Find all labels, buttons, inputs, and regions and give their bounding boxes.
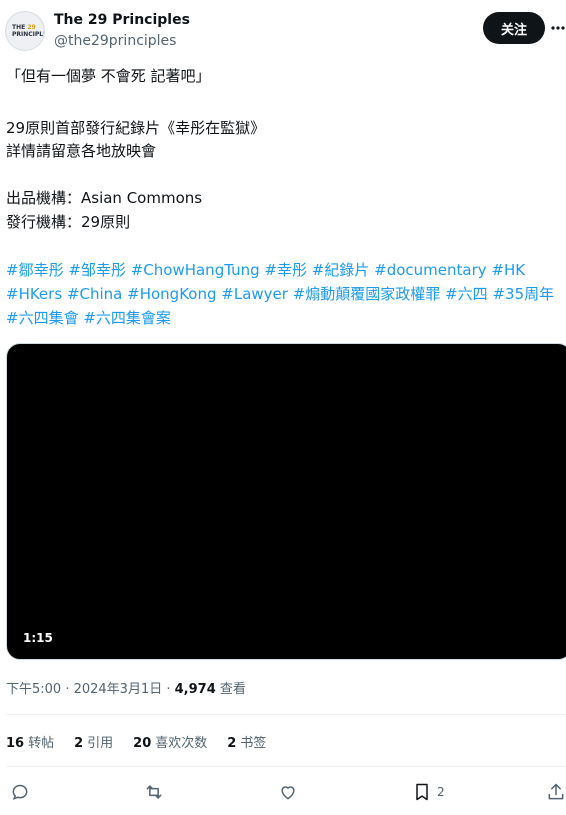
- quote-label: 引用: [87, 736, 114, 751]
- repost-label: 转帖: [28, 736, 55, 751]
- reply-icon[interactable]: [10, 778, 30, 806]
- hashtag-link[interactable]: #六四集會案: [83, 309, 171, 327]
- tweet-header: THE 29PRINCIPLES The 29 Principles @the2…: [0, 0, 566, 62]
- share-icon[interactable]: [546, 778, 566, 806]
- hashtag-link[interactable]: #documentary: [374, 261, 487, 279]
- tweet-text-line: 「但有一個夢 不會死 記著吧」: [6, 67, 211, 85]
- hashtag-link[interactable]: #HK: [491, 261, 525, 279]
- repost-icon[interactable]: [144, 778, 164, 806]
- divider: [6, 766, 566, 767]
- like-label: 喜欢次数: [155, 736, 208, 751]
- quote-stat[interactable]: 2 引用: [74, 732, 113, 751]
- bookmark-count: 2: [227, 736, 237, 751]
- like-count: 20: [133, 736, 152, 751]
- video-player[interactable]: 1:15: [6, 343, 566, 660]
- hashtag-link[interactable]: #幸彤: [264, 261, 307, 279]
- bookmark-icon[interactable]: 2: [412, 778, 445, 806]
- hashtag-list: #鄒幸彤 #邹幸彤 #ChowHangTung #幸彤 #紀錄片 #docume…: [6, 258, 566, 330]
- hashtag-link[interactable]: #ChowHangTung: [131, 261, 260, 279]
- action-bar: 2: [0, 778, 566, 808]
- more-icon[interactable]: [551, 18, 565, 38]
- tweet-text-line: 發行機構：29原則: [6, 213, 131, 231]
- avatar-logo: THE 29PRINCIPLES: [12, 24, 44, 38]
- user-handle[interactable]: @the29principles: [54, 33, 176, 49]
- like-stat[interactable]: 20 喜欢次数: [133, 732, 207, 751]
- tweet-text-line: 29原則首部發行紀錄片《幸彤在監獄》: [6, 119, 266, 137]
- hashtag-link[interactable]: #35周年: [492, 285, 554, 303]
- bookmark-action-count: 2: [437, 785, 445, 799]
- hashtag-link[interactable]: #邹幸彤: [68, 261, 126, 279]
- display-name[interactable]: The 29 Principles: [54, 12, 190, 28]
- quote-count: 2: [74, 736, 84, 751]
- like-icon[interactable]: [278, 778, 298, 806]
- bookmark-label: 书签: [240, 736, 267, 751]
- hashtag-link[interactable]: #China: [67, 285, 122, 303]
- bookmark-stat[interactable]: 2 书签: [227, 732, 266, 751]
- hashtag-link[interactable]: #煽動顛覆國家政權罪: [293, 285, 441, 303]
- tweet-text-line: 詳情請留意各地放映會: [6, 142, 157, 160]
- repost-count: 16: [6, 736, 25, 751]
- hashtag-link[interactable]: #紀錄片: [312, 261, 370, 279]
- hashtag-link[interactable]: #HKers: [6, 285, 62, 303]
- view-label: 查看: [215, 682, 246, 697]
- hashtag-link[interactable]: #HongKong: [127, 285, 216, 303]
- tweet-timestamp[interactable]: 下午5:00 · 2024年3月1日 ·: [6, 682, 175, 697]
- hashtag-link[interactable]: #Lawyer: [221, 285, 288, 303]
- video-duration: 1:15: [23, 631, 53, 645]
- repost-stat[interactable]: 16 转帖: [6, 732, 54, 751]
- divider: [6, 714, 566, 715]
- hashtag-link[interactable]: #六四: [445, 285, 488, 303]
- engagement-stats: 16 转帖 2 引用 20 喜欢次数 2 书签: [6, 732, 266, 751]
- tweet-text-line: 出品機構：Asian Commons: [6, 189, 203, 207]
- avatar[interactable]: THE 29PRINCIPLES: [5, 11, 45, 51]
- hashtag-link[interactable]: #六四集會: [6, 309, 79, 327]
- follow-button[interactable]: 关注: [483, 12, 545, 44]
- view-count: 4,974: [174, 682, 216, 697]
- hashtag-link[interactable]: #鄒幸彤: [6, 261, 64, 279]
- tweet-meta: 下午5:00 · 2024年3月1日 · 4,974 查看: [6, 678, 246, 697]
